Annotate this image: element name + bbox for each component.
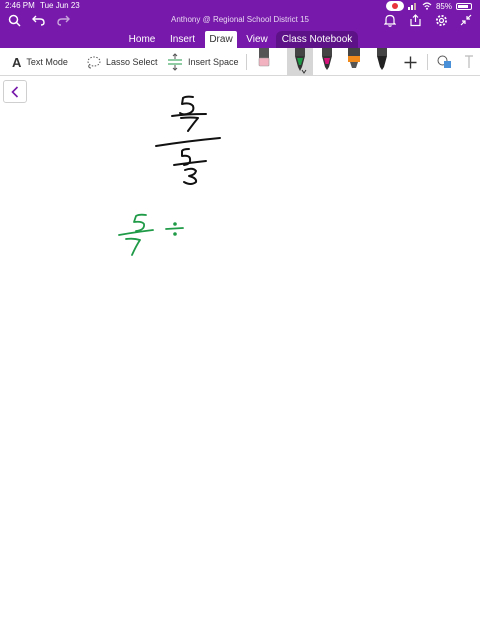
- record-icon: [385, 1, 404, 11]
- ink-main-fraction-bar: [155, 137, 221, 147]
- pen-icon: [322, 48, 332, 70]
- back-button[interactable]: [3, 80, 27, 103]
- tab-insert[interactable]: Insert: [165, 31, 200, 48]
- tab-draw[interactable]: Draw: [205, 31, 237, 48]
- ink-green-divide-dot-top: [173, 222, 177, 226]
- signal-icon: [407, 3, 416, 10]
- ribbon-tabs: Home Insert Draw View Class Notebook: [0, 30, 480, 48]
- draw-toolbar: A Text Mode Lasso Select Insert Space: [0, 48, 480, 76]
- drawing-canvas[interactable]: [0, 0, 480, 640]
- highlighter-icon: [348, 48, 360, 68]
- eraser-tool[interactable]: [253, 48, 275, 76]
- ink-digit-5-bottom: [181, 148, 192, 166]
- text-mode-icon: A: [12, 54, 22, 70]
- battery-percent: 85%: [435, 1, 452, 11]
- back-chevron-icon: [11, 85, 19, 98]
- status-date: Tue Jun 23: [40, 1, 80, 10]
- share-icon[interactable]: [407, 12, 423, 28]
- tab-class-notebook[interactable]: Class Notebook: [276, 31, 358, 48]
- ink-digit-7-top: [180, 116, 199, 132]
- text-mode-label: Text Mode: [26, 57, 68, 67]
- tab-home[interactable]: Home: [124, 31, 160, 48]
- ink-green-fraction-bar: [118, 229, 154, 236]
- black-pen-tool[interactable]: [371, 48, 393, 76]
- bell-icon[interactable]: [382, 12, 398, 28]
- add-pen-button[interactable]: [401, 53, 419, 71]
- tab-view[interactable]: View: [242, 31, 272, 48]
- ink-inner-bar-bottom: [173, 160, 207, 166]
- battery-icon: [456, 2, 472, 10]
- orange-highlighter-tool[interactable]: [343, 48, 365, 76]
- lasso-select-label: Lasso Select: [106, 57, 158, 67]
- ruler-icon[interactable]: [461, 53, 477, 71]
- ink-digit-5-top: [179, 95, 195, 116]
- insert-space-label: Insert Space: [188, 57, 239, 67]
- ink-inner-bar-top: [171, 113, 207, 117]
- eraser-icon: [258, 48, 270, 67]
- ink-digit-3-bottom: [183, 167, 198, 185]
- green-pen-tool[interactable]: [287, 48, 313, 76]
- status-time: 2:46 PM: [5, 1, 35, 10]
- app-header: 2:46 PM Tue Jun 23 85% Anthony @ Regiona…: [0, 0, 480, 48]
- magenta-pen-tool[interactable]: [316, 48, 338, 76]
- ink-green-digit-5: [133, 213, 147, 232]
- toolbar-divider: [246, 54, 247, 70]
- green-ink-expression: [118, 213, 184, 256]
- lasso-icon: [87, 56, 101, 68]
- ink-green-divide-dot-bottom: [173, 232, 177, 236]
- pen-icon: [377, 48, 387, 70]
- add-icon: [404, 56, 416, 68]
- ink-green-divide-line: [165, 227, 184, 230]
- text-mode-button[interactable]: A Text Mode: [12, 53, 68, 71]
- toolbar-divider: [427, 54, 428, 70]
- insert-space-button[interactable]: Insert Space: [167, 53, 239, 71]
- lasso-select-button[interactable]: Lasso Select: [86, 53, 158, 71]
- ink-green-digit-7: [125, 237, 141, 256]
- wifi-icon: [422, 2, 432, 10]
- insert-space-icon: [168, 53, 182, 71]
- gear-icon[interactable]: [433, 12, 449, 28]
- pen-icon: [295, 48, 307, 74]
- status-bar: 2:46 PM Tue Jun 23 85%: [0, 0, 480, 12]
- status-right: 85%: [385, 1, 472, 11]
- black-ink-complex-fraction: [155, 95, 221, 185]
- collapse-icon[interactable]: [458, 12, 474, 28]
- shapes-icon: [437, 55, 451, 68]
- shapes-button[interactable]: [435, 53, 453, 71]
